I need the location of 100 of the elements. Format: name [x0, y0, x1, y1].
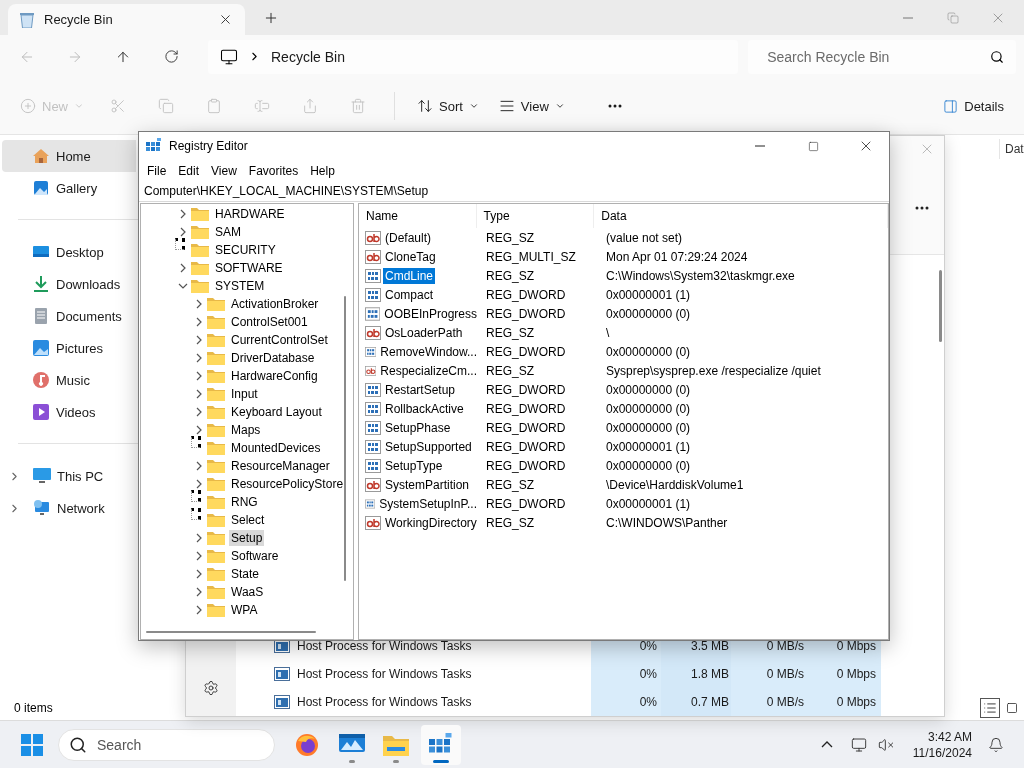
scrollbar-thumb[interactable]: [344, 296, 346, 581]
taskbar-search[interactable]: Search: [58, 728, 275, 761]
tree-item[interactable]: Keyboard Layout: [229, 404, 324, 420]
start-icon[interactable]: [21, 733, 43, 756]
tree-item[interactable]: RNG: [229, 494, 260, 510]
value-type: REG_DWORD: [485, 401, 567, 416]
value-data: C:\WINDOWS\Panther: [605, 515, 729, 530]
binary-value-icon: [365, 401, 381, 416]
column-header[interactable]: Name: [359, 204, 477, 228]
value-name[interactable]: (Default): [383, 229, 433, 246]
tree-item[interactable]: Input: [229, 386, 260, 402]
process-icon: [274, 667, 290, 681]
tree-item[interactable]: Setup: [229, 530, 265, 546]
tree-item[interactable]: SYSTEM: [213, 278, 267, 294]
sort-button[interactable]: Sort: [411, 90, 485, 122]
scrollbar-thumb[interactable]: [146, 631, 316, 633]
more-icon: [915, 206, 929, 210]
chevron-up-icon: [820, 741, 833, 748]
value-name[interactable]: SetupType: [383, 457, 445, 474]
sidebar-label: This PC: [57, 468, 104, 484]
value-type: REG_DWORD: [485, 382, 567, 397]
value-name[interactable]: RestartSetup: [383, 381, 458, 398]
tree-item[interactable]: ActivationBroker: [229, 296, 321, 312]
taskbar-app[interactable]: [421, 724, 461, 765]
value-name[interactable]: SetupPhase: [383, 419, 453, 436]
folder-icon: [207, 549, 225, 563]
value-name[interactable]: WorkingDirectory: [383, 514, 479, 531]
tree-item[interactable]: WaaS: [229, 584, 266, 600]
sidebar-item[interactable]: Downloads: [2, 268, 136, 300]
menu-item[interactable]: Help: [304, 161, 341, 180]
value-name[interactable]: SystemPartition: [383, 476, 472, 493]
menu-item[interactable]: File: [141, 161, 173, 180]
path-bar[interactable]: Computer\HKEY_LOCAL_MACHINE\SYSTEM\Setup: [139, 181, 889, 202]
sidebar-item[interactable]: This PC: [2, 460, 136, 492]
value-name[interactable]: OOBEInProgress: [382, 305, 479, 322]
value-data: 0x00000001 (1): [605, 439, 692, 454]
tree-item[interactable]: CurrentControlSet: [229, 332, 330, 348]
value-name[interactable]: SetupSupported: [383, 438, 474, 455]
sidebar-label: Pictures: [56, 340, 103, 356]
sidebar-item[interactable]: Music: [2, 364, 136, 396]
sidebar-item[interactable]: Home: [2, 140, 136, 172]
tree-item[interactable]: ControlSet001: [229, 314, 310, 330]
tab[interactable]: Recycle Bin: [8, 4, 245, 35]
bin-icon: [20, 11, 34, 28]
monitor-icon: [220, 47, 238, 66]
value-name[interactable]: RollbackActive: [383, 400, 466, 417]
tree-item[interactable]: WPA: [229, 602, 260, 618]
sidebar-item[interactable]: Network: [2, 492, 136, 524]
running-indicator: [393, 759, 399, 763]
tree-item[interactable]: SECURITY: [213, 242, 278, 258]
value-type: REG_DWORD: [485, 287, 567, 302]
address-bar[interactable]: Recycle Bin: [208, 39, 739, 74]
value-name[interactable]: CloneTag: [383, 248, 438, 265]
menu-item[interactable]: View: [205, 161, 243, 180]
tree-item[interactable]: HARDWARE: [213, 206, 287, 222]
value-name[interactable]: SystemSetupInP...: [377, 495, 479, 512]
search-field[interactable]: Search Recycle Bin: [748, 39, 1016, 74]
tree-item[interactable]: SAM: [213, 224, 243, 240]
sidebar-item[interactable]: Pictures: [2, 332, 136, 364]
table-cell: 0 Mbps: [811, 688, 881, 716]
search-icon: [69, 735, 87, 754]
value-name[interactable]: Compact: [383, 286, 436, 303]
binary-value-icon: [365, 287, 381, 302]
scrollbar-thumb[interactable]: [939, 270, 942, 342]
column-header[interactable]: Dat: [999, 139, 1024, 159]
details-view-button[interactable]: [980, 698, 1000, 718]
process-name: Host Process for Windows Tasks: [297, 667, 472, 681]
column-header[interactable]: Type: [476, 204, 595, 228]
tree-item[interactable]: DriverDatabase: [229, 350, 317, 366]
folder-icon: [207, 297, 225, 311]
menu-item[interactable]: Favorites: [242, 161, 305, 180]
breadcrumb[interactable]: Recycle Bin: [271, 48, 345, 65]
folder-icon: [207, 441, 225, 455]
sidebar-item[interactable]: Documents: [2, 300, 136, 332]
sidebar-item[interactable]: Gallery: [2, 172, 136, 204]
folder-icon: [207, 369, 225, 383]
tree-item[interactable]: SOFTWARE: [213, 260, 285, 276]
tree-item[interactable]: HardwareConfig: [229, 368, 320, 384]
value-name[interactable]: CmdLine: [383, 267, 436, 284]
value-name[interactable]: OsLoaderPath: [383, 324, 465, 341]
details-pane-icon: [943, 98, 959, 114]
tree-item[interactable]: Maps: [229, 422, 263, 438]
tree-item[interactable]: ResourceManager: [229, 458, 332, 474]
clock[interactable]: 3:42 AM 11/16/2024: [912, 728, 972, 761]
caret-icon: [468, 101, 479, 111]
tree-item[interactable]: Software: [229, 548, 281, 564]
tree-item[interactable]: State: [229, 566, 262, 582]
desktop-icon: [33, 245, 49, 259]
value-name[interactable]: RemoveWindow...: [378, 343, 479, 360]
tree-item[interactable]: ResourcePolicyStore: [229, 476, 346, 492]
square-icon: [1006, 702, 1018, 714]
sidebar-item[interactable]: Videos: [2, 396, 136, 428]
tree-item[interactable]: MountedDevices: [229, 440, 323, 456]
tree-item[interactable]: Select: [229, 512, 267, 528]
sidebar-item[interactable]: Desktop: [2, 236, 136, 268]
menu-item[interactable]: Edit: [172, 161, 206, 180]
details-button[interactable]: Details: [937, 90, 1010, 122]
value-name[interactable]: RespecializeCm...: [378, 362, 479, 379]
view-button[interactable]: View: [492, 90, 571, 122]
column-header[interactable]: Data: [594, 204, 888, 228]
